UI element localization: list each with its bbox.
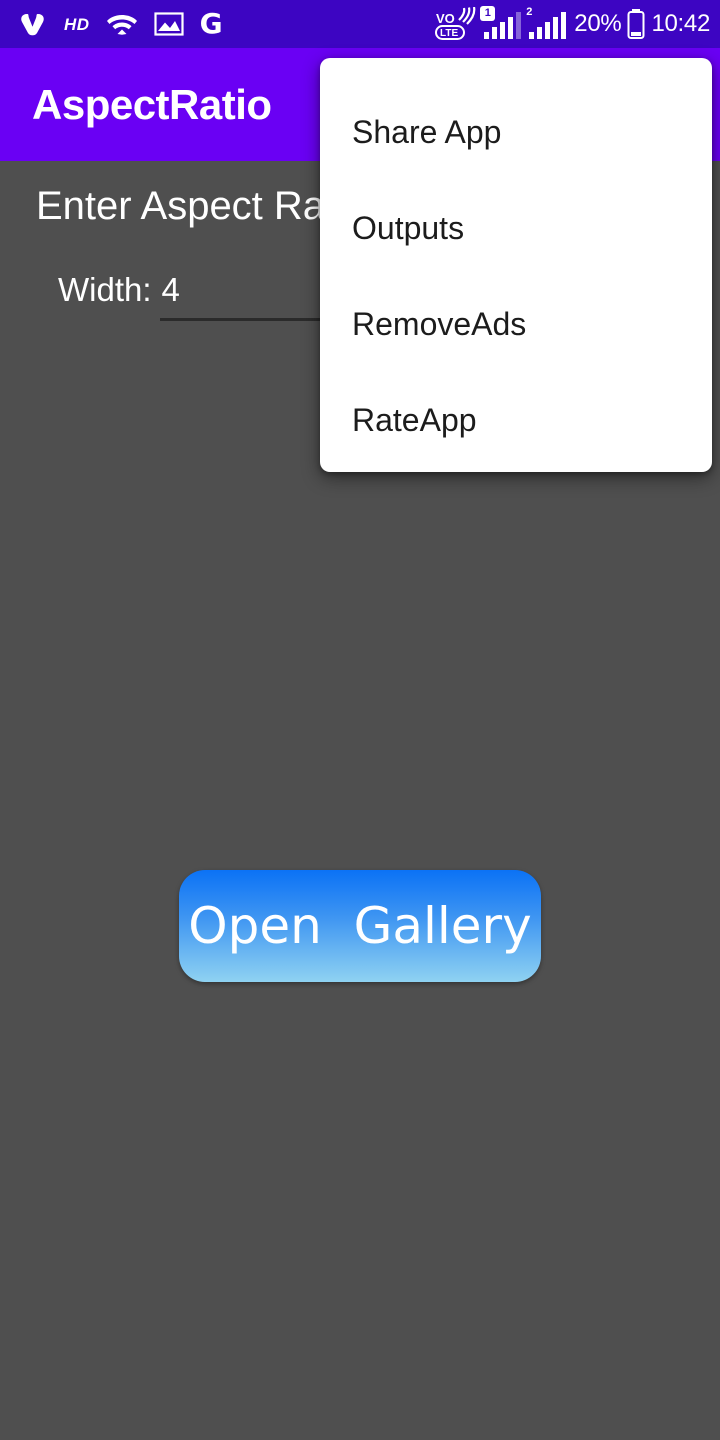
sim2-badge: 2 bbox=[526, 6, 533, 18]
menu-item-share-app[interactable]: Share App bbox=[320, 84, 712, 180]
status-bar-right-icons: VO LTE 1 2 20% 10:42 bbox=[435, 0, 720, 48]
menu-item-rate-app[interactable]: RateApp bbox=[320, 372, 712, 468]
battery-percent-label: 20% bbox=[574, 10, 622, 37]
svg-text:VO: VO bbox=[436, 11, 455, 26]
wifi-icon bbox=[106, 11, 138, 37]
width-field-row: Width: 4 bbox=[58, 273, 180, 306]
page-title: AspectRatio bbox=[32, 80, 272, 128]
enter-aspect-ratio-heading: Enter Aspect Ratio bbox=[36, 184, 368, 228]
clock-label: 10:42 bbox=[651, 10, 710, 37]
sim2-signal-icon: 2 bbox=[526, 6, 567, 41]
svg-text:LTE: LTE bbox=[440, 28, 458, 39]
menu-item-outputs[interactable]: Outputs bbox=[320, 180, 712, 276]
screenshot-image-icon bbox=[153, 11, 184, 37]
overflow-popup-menu: Share App Outputs RemoveAds RateApp bbox=[320, 58, 712, 472]
width-label: Width: bbox=[58, 271, 152, 308]
sim1-badge: 1 bbox=[480, 6, 496, 21]
width-input[interactable]: 4 bbox=[162, 273, 180, 306]
hd-call-icon: HD bbox=[64, 14, 90, 34]
phone-screen: HD G VO LTE 1 2 20% 10:42 AspectRatio En… bbox=[0, 0, 720, 1440]
volte-icon: VO LTE bbox=[435, 7, 477, 41]
status-bar: HD G VO LTE 1 2 20% 10:42 bbox=[0, 0, 720, 48]
open-gallery-button[interactable]: Open Gallery bbox=[179, 870, 541, 982]
menu-item-remove-ads[interactable]: RemoveAds bbox=[320, 276, 712, 372]
sim1-signal-icon: 1 bbox=[480, 6, 522, 41]
status-bar-left-icons: HD G bbox=[0, 0, 223, 48]
battery-icon bbox=[626, 8, 646, 40]
app-notification-icon bbox=[18, 9, 48, 39]
google-icon: G bbox=[199, 7, 223, 40]
